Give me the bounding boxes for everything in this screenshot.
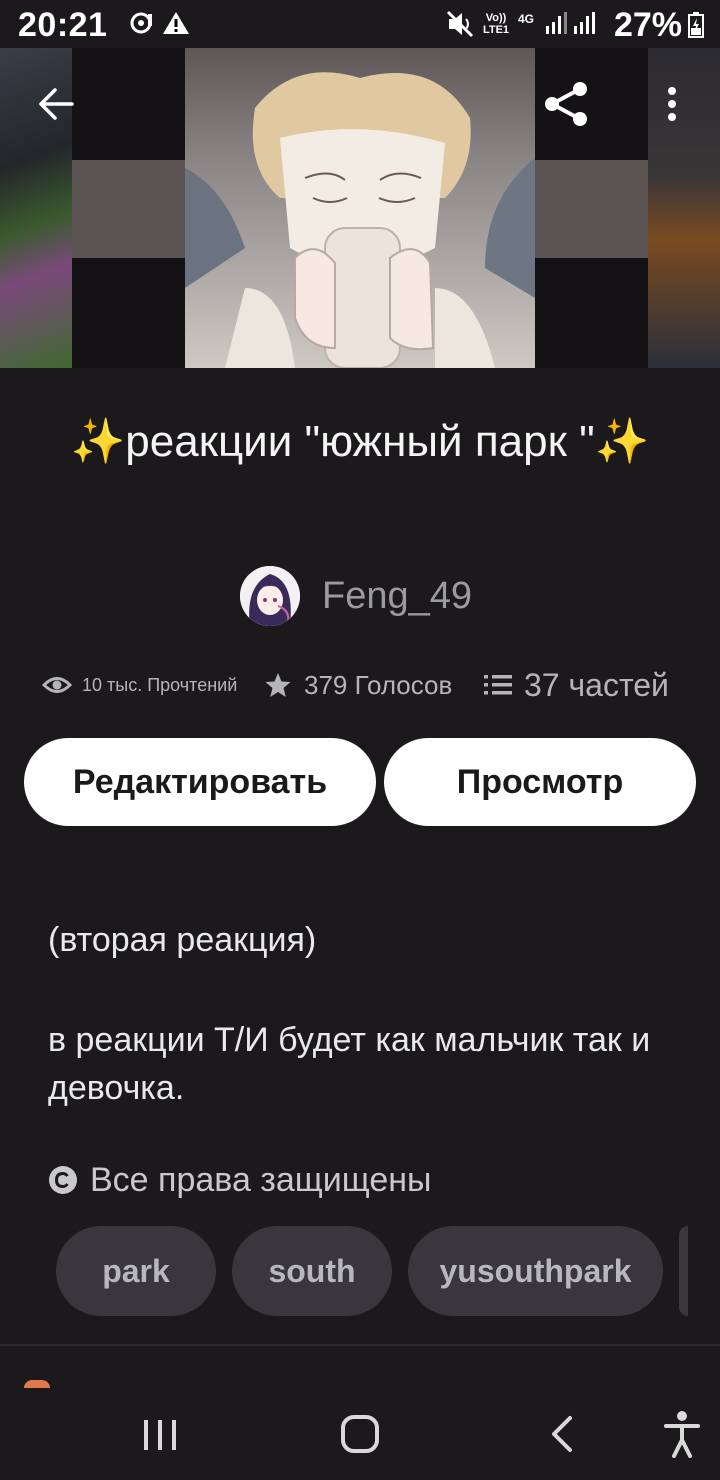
story-stats: 10 тыс. Прочтений 379 Голосов 37 частей (42, 660, 692, 710)
tag-chip[interactable]: south (232, 1226, 392, 1316)
accessibility-button[interactable] (652, 1404, 712, 1464)
recent-apps-button[interactable] (130, 1404, 190, 1464)
signal-icon (544, 10, 600, 41)
warning-icon (162, 10, 190, 41)
view-button[interactable]: Просмотр (384, 738, 696, 826)
accessibility-icon (664, 1411, 700, 1458)
cover-shadow (535, 160, 648, 258)
battery-icon (688, 12, 704, 43)
battery-label: 27% (613, 6, 682, 44)
media-icon (128, 10, 154, 41)
back-button[interactable] (26, 74, 86, 134)
status-time: 20:21 (18, 6, 108, 44)
arrow-left-icon (39, 88, 74, 120)
network-type-label: 4G (518, 12, 535, 26)
votes-count: 379 Голосов (304, 669, 453, 700)
votes-stat: 379 Голосов (264, 660, 452, 710)
description-line-2: в реакции Т/И будет как мальчик так и де… (48, 1021, 651, 1107)
story-cover-image[interactable] (185, 48, 535, 368)
more-vertical-icon (668, 87, 676, 121)
reads-stat: 10 тыс. Прочтений (42, 660, 237, 710)
description-line-1: (вторая реакция) (48, 921, 317, 959)
back-chevron-icon (552, 1416, 572, 1452)
star-icon (265, 673, 291, 697)
parts-stat[interactable]: 37 частей (484, 660, 669, 710)
back-nav-button[interactable] (532, 1404, 592, 1464)
eye-icon (42, 677, 72, 693)
reads-count: 10 тыс. Прочтений (82, 674, 238, 695)
more-options-button[interactable] (642, 74, 702, 134)
list-icon (484, 675, 512, 695)
cover-carousel[interactable] (0, 48, 720, 368)
edit-button[interactable]: Редактировать (24, 738, 376, 826)
mute-icon (446, 10, 476, 43)
copyright-icon (49, 1166, 77, 1194)
author-avatar[interactable] (240, 566, 300, 626)
system-nav-bar (0, 1380, 720, 1480)
share-icon (545, 82, 587, 126)
status-bar: 20:21 Vo)) LTE1 4G 27% (0, 0, 720, 48)
network-label: Vo)) LTE1 (482, 12, 510, 36)
section-divider (0, 1344, 720, 1346)
copyright-row: Все права защищены (48, 1158, 431, 1202)
home-icon (341, 1415, 379, 1453)
tag-chip[interactable]: yusouthpark (408, 1226, 663, 1316)
cover-shadow (72, 160, 185, 258)
share-button[interactable] (537, 74, 597, 134)
copyright-label: Все права защищены (90, 1160, 432, 1199)
home-button[interactable] (330, 1404, 390, 1464)
author-link[interactable]: Feng_49 (240, 566, 472, 626)
tag-chip[interactable]: park (56, 1226, 216, 1316)
story-title: ✨реакции "южный парк "✨ (70, 417, 650, 466)
parts-count[interactable]: 37 частей (524, 667, 669, 704)
author-name[interactable]: Feng_49 (322, 575, 472, 618)
recent-apps-icon (144, 1420, 176, 1450)
tag-chip-partial[interactable] (679, 1226, 688, 1316)
